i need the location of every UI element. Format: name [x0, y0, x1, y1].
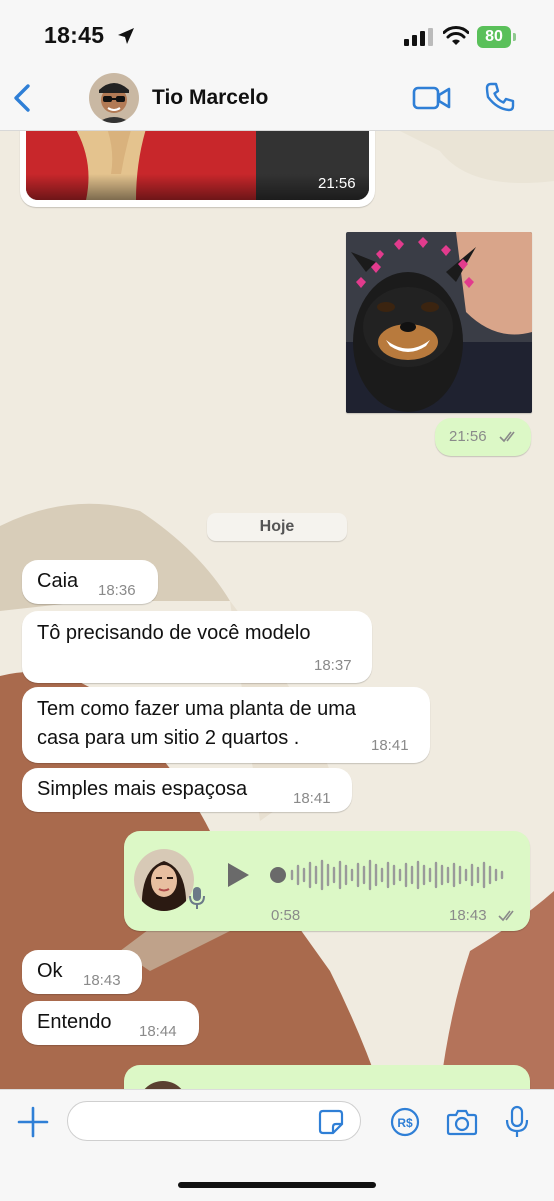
- cellular-signal-icon: [404, 28, 433, 46]
- message-time: 18:37: [314, 657, 352, 674]
- svg-text:R$: R$: [397, 1116, 413, 1130]
- wifi-icon: [443, 26, 469, 45]
- message-incoming[interactable]: Ok 18:43: [22, 950, 142, 994]
- status-bar: 18:45 80: [0, 0, 554, 70]
- message-text-line2: casa para um sitio 2 quartos .: [37, 727, 300, 749]
- playback-dot[interactable]: [270, 867, 286, 883]
- message-text: Simples mais espaçosa: [37, 778, 248, 800]
- play-icon[interactable]: [224, 860, 252, 890]
- contact-avatar[interactable]: [89, 73, 139, 123]
- chevron-left-icon[interactable]: [8, 82, 36, 114]
- message-text-line1: Tem como fazer uma planta de uma: [37, 698, 357, 720]
- message-incoming[interactable]: Tem como fazer uma planta de uma casa pa…: [22, 687, 430, 763]
- double-check-read-icon: [498, 910, 514, 922]
- message-outgoing-status: 21:56: [435, 418, 531, 456]
- message-time: 18:41: [371, 737, 409, 754]
- message-text: Ok: [37, 960, 63, 982]
- message-incoming[interactable]: Tô precisando de você modelo 18:37: [22, 611, 372, 683]
- message-time: 18:43: [449, 907, 487, 924]
- voice-sender-avatar: [138, 1081, 188, 1089]
- microphone-small-icon: [189, 887, 205, 909]
- battery-tip: [513, 33, 516, 41]
- chat-header: Tio Marcelo: [0, 70, 554, 131]
- composer-bar: R$: [0, 1089, 554, 1201]
- voice-duration: 0:58: [271, 907, 301, 924]
- location-arrow-icon: [118, 28, 134, 44]
- message-time: 18:44: [139, 1023, 177, 1040]
- phone-icon[interactable]: [484, 81, 516, 113]
- payment-icon[interactable]: R$: [390, 1107, 420, 1137]
- double-check-read-icon: [499, 431, 515, 443]
- message-time: 18:43: [83, 972, 121, 989]
- sticker-icon[interactable]: [318, 1109, 344, 1135]
- message-text: Entendo: [37, 1011, 112, 1033]
- camera-icon[interactable]: [446, 1108, 478, 1136]
- message-incoming[interactable]: Simples mais espaçosa 18:41: [22, 768, 352, 812]
- video-call-icon[interactable]: [412, 83, 452, 113]
- message-incoming[interactable]: Caia 18:36: [22, 560, 158, 604]
- message-text: Caia: [37, 570, 79, 592]
- message-time: 21:56: [449, 428, 487, 445]
- battery-icon: 80: [477, 26, 511, 48]
- day-separator: Hoje: [207, 513, 347, 541]
- outgoing-photo[interactable]: [346, 232, 532, 413]
- microphone-icon[interactable]: [504, 1105, 530, 1139]
- message-outgoing-partial[interactable]: [124, 1065, 530, 1089]
- chat-area[interactable]: 21:56 21:56 Hoje Caia 18:36 Tô precisand…: [0, 131, 554, 1089]
- message-outgoing-image[interactable]: [346, 232, 532, 413]
- message-time: 21:56: [318, 175, 356, 192]
- voice-sender-avatar: [134, 849, 194, 911]
- voice-waveform[interactable]: [290, 857, 506, 893]
- message-outgoing-voice[interactable]: 0:58 18:43: [124, 831, 530, 931]
- message-time: 18:41: [293, 790, 331, 807]
- plus-icon[interactable]: [16, 1105, 50, 1139]
- contact-name[interactable]: Tio Marcelo: [152, 86, 268, 110]
- message-time: 18:36: [98, 582, 136, 599]
- message-incoming[interactable]: Entendo 18:44: [22, 1001, 199, 1045]
- message-text: Tô precisando de você modelo: [37, 622, 311, 644]
- message-input[interactable]: [67, 1101, 361, 1141]
- home-indicator: [178, 1182, 376, 1188]
- status-time: 18:45: [44, 22, 105, 48]
- message-incoming-image[interactable]: 21:56: [20, 131, 375, 207]
